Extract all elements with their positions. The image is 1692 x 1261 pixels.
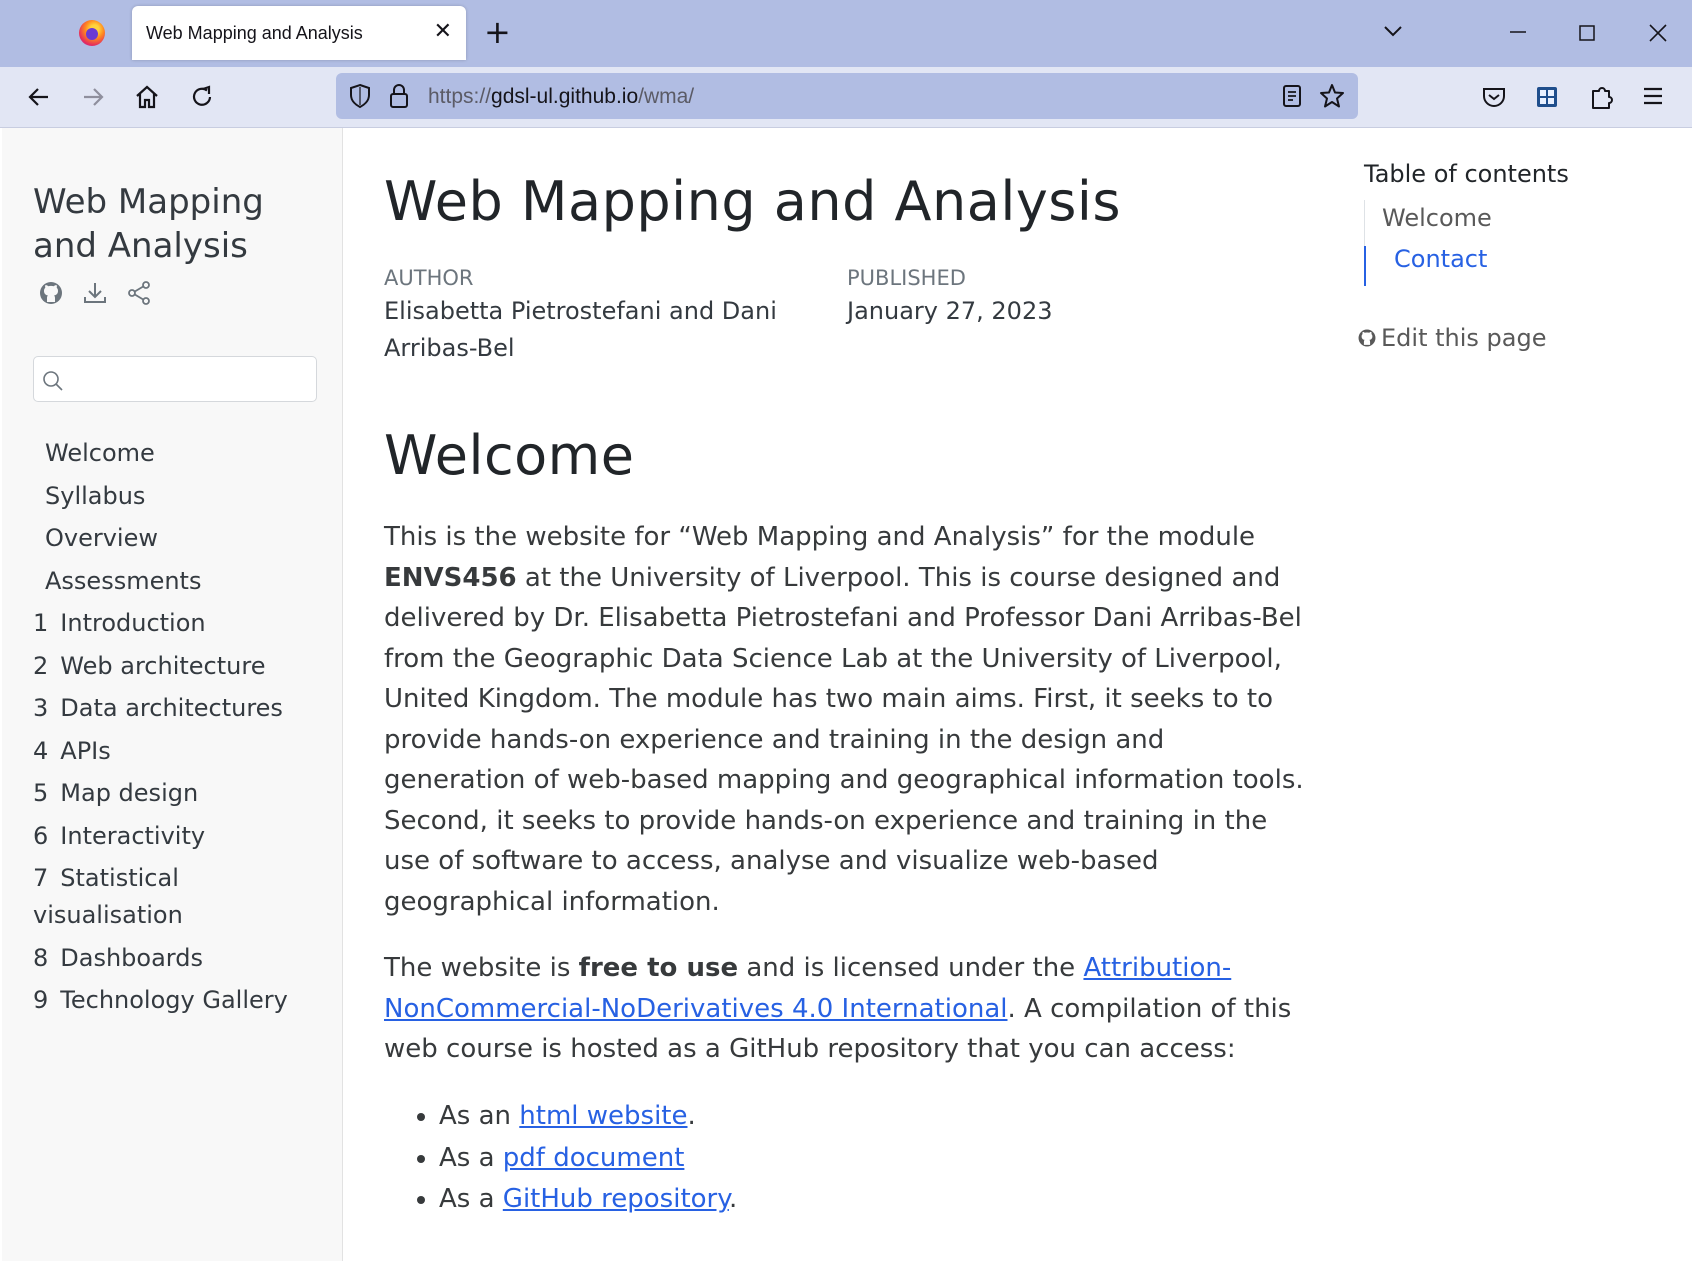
author-label: AUTHOR (384, 266, 474, 290)
reload-icon[interactable] (188, 83, 216, 111)
author-value: Elisabetta Pietrostefani and Dani Arriba… (384, 297, 777, 362)
github-icon[interactable] (38, 280, 64, 306)
sidebar-item-apis[interactable]: 4 APIs (33, 733, 323, 770)
toc-item-contact[interactable]: Contact (1394, 245, 1487, 273)
intro-paragraph: This is the website for “Web Mapping and… (384, 522, 1304, 917)
sidebar-title[interactable]: Web Mapping and Analysis (33, 180, 303, 268)
page-title: Web Mapping and Analysis (384, 170, 1122, 233)
browser-tab[interactable]: Web Mapping and Analysis ✕ (132, 6, 466, 60)
sidebar-item-web-architecture[interactable]: 2 Web architecture (33, 648, 323, 685)
sidebar-nav: Welcome Syllabus Overview Assessments 1I… (33, 435, 323, 1025)
bookmark-star-icon[interactable] (1319, 83, 1345, 109)
extension-app-icon[interactable] (1536, 86, 1558, 108)
published-label: PUBLISHED (847, 266, 966, 290)
list-item: As a pdf document (439, 1138, 737, 1180)
list-item: As an html website. (439, 1096, 737, 1138)
sidebar-item-map-design[interactable]: 5 Map design (33, 775, 323, 812)
browser-titlebar: Web Mapping and Analysis ✕ + (0, 0, 1692, 67)
toc-list: Welcome Contact (1364, 200, 1615, 286)
pocket-icon[interactable] (1481, 84, 1507, 110)
published-value: January 27, 2023 (847, 297, 1053, 325)
sidebar-item-dashboards[interactable]: 8 Dashboards (33, 940, 323, 977)
sidebar-item-interactivity[interactable]: 6 Interactivity (33, 818, 323, 855)
github-icon (1357, 328, 1377, 348)
search-icon (42, 370, 64, 392)
firefox-logo-icon[interactable] (79, 20, 105, 46)
url-bar[interactable]: https://gdsl-ul.github.io/wma/ (336, 73, 1358, 119)
tab-title: Web Mapping and Analysis (146, 23, 363, 43)
access-list: As an html website. As a pdf document As… (439, 1096, 737, 1221)
toc-item-welcome[interactable]: Welcome (1382, 204, 1492, 232)
module-code: ENVS456 (384, 562, 517, 593)
toc-title: Table of contents (1364, 160, 1569, 188)
navigation-toolbar: https://gdsl-ul.github.io/wma/ (0, 67, 1692, 128)
list-item: As a GitHub repository. (439, 1179, 737, 1221)
tab-list-chevron-icon[interactable] (1382, 20, 1404, 42)
html-website-link[interactable]: html website (519, 1101, 687, 1131)
sidebar-item-assessments[interactable]: Assessments (33, 563, 323, 600)
forward-arrow-icon[interactable] (80, 84, 106, 110)
sidebar-item-data-architectures[interactable]: 3 Data architectures (33, 690, 323, 727)
edit-page-link[interactable]: Edit this page (1357, 324, 1546, 352)
section-heading-welcome: Welcome (384, 424, 635, 487)
hamburger-menu-icon[interactable] (1642, 86, 1664, 106)
new-tab-button[interactable]: + (484, 14, 511, 50)
minimize-icon[interactable] (1508, 30, 1528, 34)
download-icon[interactable] (82, 280, 108, 306)
maximize-icon[interactable] (1578, 24, 1596, 42)
web-page: Web Mapping and Analysis Welcome Syllabu… (0, 128, 1692, 1261)
pdf-document-link[interactable]: pdf document (503, 1143, 685, 1173)
sidebar-item-overview[interactable]: Overview (33, 520, 323, 557)
back-arrow-icon[interactable] (26, 84, 52, 110)
url-text[interactable]: https://gdsl-ul.github.io/wma/ (428, 85, 694, 109)
share-icon[interactable] (126, 280, 152, 306)
lock-icon[interactable] (388, 83, 410, 109)
shield-icon[interactable] (348, 83, 372, 109)
sidebar: Web Mapping and Analysis Welcome Syllabu… (2, 128, 343, 1261)
sidebar-item-syllabus[interactable]: Syllabus (33, 478, 323, 515)
github-repository-link[interactable]: GitHub repository (503, 1184, 729, 1214)
tab-close-icon[interactable]: ✕ (434, 20, 452, 44)
close-window-icon[interactable] (1647, 22, 1669, 44)
home-icon[interactable] (133, 83, 161, 111)
search-input[interactable] (33, 356, 317, 402)
extensions-puzzle-icon[interactable] (1589, 83, 1615, 111)
license-paragraph: The website is free to use and is licens… (384, 953, 1292, 1064)
sidebar-item-introduction[interactable]: 1 Introduction (33, 605, 323, 642)
sidebar-item-welcome[interactable]: Welcome (33, 435, 323, 472)
sidebar-item-statistical-visualisation[interactable]: 7 Statistical visualisation (33, 860, 233, 934)
reader-view-icon[interactable] (1280, 84, 1304, 108)
sidebar-item-technology-gallery[interactable]: 9 Technology Gallery (33, 982, 323, 1019)
table-of-contents: Table of contents Welcome Contact (1364, 160, 1664, 286)
toc-active-indicator (1364, 246, 1366, 286)
